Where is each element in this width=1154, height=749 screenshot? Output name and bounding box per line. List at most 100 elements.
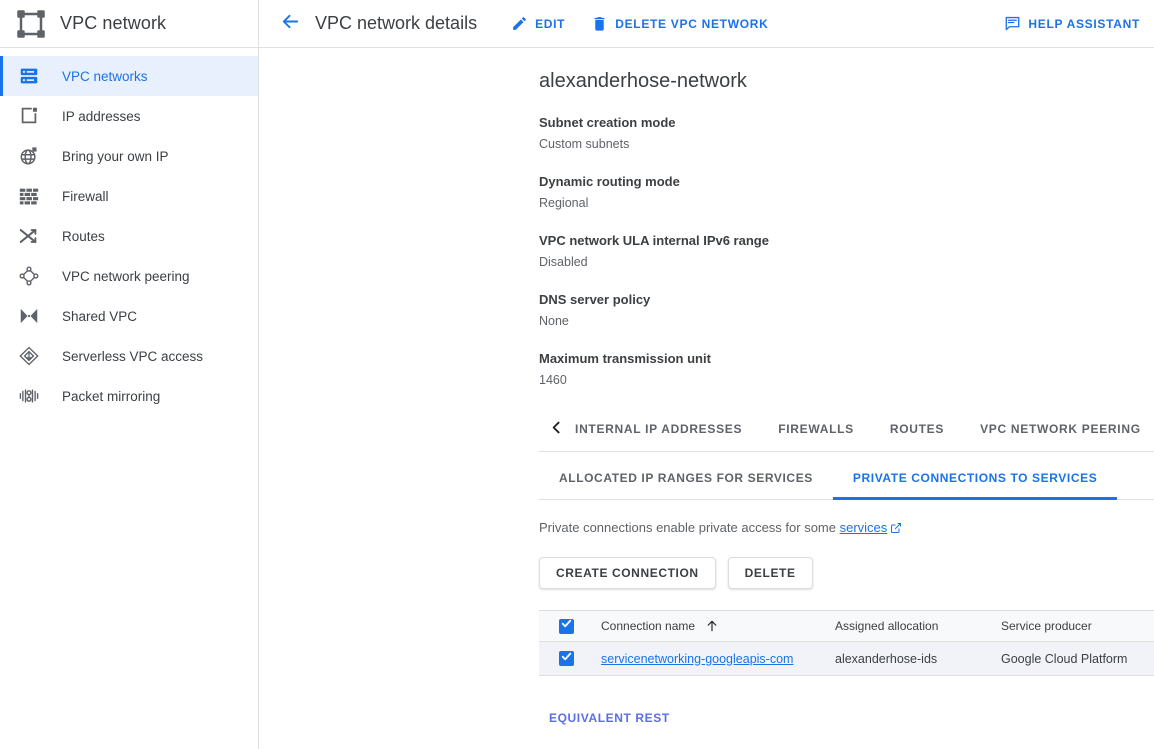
cell-connection-name: servicenetworking-googleapis-com	[601, 652, 835, 666]
sidebar-item-label: Serverless VPC access	[62, 348, 204, 364]
back-button[interactable]	[273, 7, 307, 41]
sidebar-item-vpc-networks[interactable]: VPC networks	[0, 56, 258, 96]
sidebar-item-label: Firewall	[62, 188, 109, 204]
sidebar-item-label: IP addresses	[62, 108, 141, 124]
sidebar-item-label: Shared VPC	[62, 308, 138, 324]
sidebar-nav: VPC networks IP addresses Bring your own…	[0, 48, 258, 416]
globe-icon	[18, 145, 40, 167]
external-link-icon	[890, 522, 902, 537]
tabs-scroller: SUBNETS STATIC INTERNAL IP ADDRESSES FIR…	[561, 408, 1154, 451]
vpc-network-details-page: VPC network VPC networks IP addresses Br…	[0, 0, 1154, 749]
sidebar-item-firewall[interactable]: Firewall	[0, 176, 258, 216]
field-label: Dynamic routing mode	[539, 174, 680, 189]
delete-vpc-network-button[interactable]: DELETE VPC NETWORK	[591, 15, 768, 32]
field-label: DNS server policy	[539, 292, 651, 307]
field-label: Subnet creation mode	[539, 115, 676, 130]
tab-bar: SUBNETS STATIC INTERNAL IP ADDRESSES FIR…	[539, 408, 1154, 452]
edit-label: EDIT	[535, 16, 566, 31]
table-header-row: Connection name Assigned allocation Serv…	[539, 611, 1154, 642]
help-assistant-button[interactable]: HELP ASSISTANT	[1004, 15, 1140, 32]
peering-nodes-icon	[18, 265, 40, 287]
details-field-list: Subnet creation mode Custom subnets Dyna…	[539, 113, 1154, 390]
firewall-brick-icon	[18, 185, 40, 207]
column-header-service-producer[interactable]: Service producer	[1001, 619, 1154, 633]
tabs-scroll-left-button[interactable]	[539, 408, 573, 451]
packet-mirroring-icon	[18, 385, 40, 407]
sidebar-item-ip-addresses[interactable]: IP addresses	[0, 96, 258, 136]
select-all-checkbox[interactable]	[559, 617, 574, 635]
sidebar-item-label: Bring your own IP	[62, 148, 169, 164]
sidebar-item-label: VPC network peering	[62, 268, 190, 284]
sidebar-header: VPC network	[0, 0, 258, 48]
subtab-private-connections-to-services[interactable]: PRIVATE CONNECTIONS TO SERVICES	[832, 456, 1118, 500]
private-connections-table: Connection name Assigned allocation Serv…	[539, 610, 1154, 676]
serverless-access-icon	[18, 345, 40, 367]
field-label: VPC network ULA internal IPv6 range	[539, 233, 769, 248]
tabs-row: SUBNETS STATIC INTERNAL IP ADDRESSES FIR…	[561, 408, 1154, 451]
ip-addresses-icon	[18, 105, 40, 127]
column-header-connection-name[interactable]: Connection name	[601, 619, 835, 633]
sidebar-item-shared-vpc[interactable]: Shared VPC	[0, 296, 258, 336]
delete-label: DELETE VPC NETWORK	[615, 16, 769, 31]
delete-button[interactable]: DELETE	[727, 557, 813, 589]
sidebar-item-label: Packet mirroring	[62, 388, 161, 404]
sub-tab-bar: ALLOCATED IP RANGES FOR SERVICES PRIVATE…	[539, 456, 1154, 500]
tab-routes[interactable]: ROUTES	[872, 408, 962, 451]
field-label: Maximum transmission unit	[539, 351, 711, 366]
services-link[interactable]: services	[840, 520, 888, 535]
column-header-label: Connection name	[601, 619, 696, 633]
sidebar-item-packet-mirroring[interactable]: Packet mirroring	[0, 376, 258, 416]
details-panel: alexanderhose-network Subnet creation mo…	[259, 48, 1154, 727]
hint-text: Private connections enable private acces…	[539, 520, 1154, 537]
field-value: None	[539, 314, 569, 328]
field-value: 1460	[539, 373, 567, 387]
detail-field: Maximum transmission unit 1460	[539, 349, 1154, 390]
tab-static-internal-ip-addresses[interactable]: STATIC INTERNAL IP ADDRESSES	[561, 408, 760, 451]
tab-firewalls[interactable]: FIREWALLS	[760, 408, 872, 451]
network-name: alexanderhose-network	[539, 70, 747, 92]
vpc-networks-icon	[18, 65, 40, 87]
detail-field: Dynamic routing mode Regional	[539, 172, 1154, 213]
table-row[interactable]: servicenetworking-googleapis-com alexand…	[539, 642, 1154, 676]
connection-name-link[interactable]: servicenetworking-googleapis-com	[601, 652, 793, 666]
main-content: VPC network details EDIT DELETE VPC NETW…	[259, 0, 1154, 749]
message-bubble-icon	[1004, 15, 1021, 32]
sidebar-item-vpc-network-peering[interactable]: VPC network peering	[0, 256, 258, 296]
sidebar-item-label: VPC networks	[62, 68, 148, 84]
checkbox-checked-icon	[560, 617, 573, 635]
detail-field: VPC network ULA internal IPv6 range Disa…	[539, 231, 1154, 272]
cell-service-producer: Google Cloud Platform	[1001, 651, 1128, 666]
shared-vpc-bowtie-icon	[18, 305, 40, 327]
sidebar-title: VPC network	[60, 13, 167, 33]
row-checkbox[interactable]	[559, 651, 574, 666]
pencil-icon	[511, 15, 528, 32]
vpc-network-topology-icon	[14, 9, 60, 39]
create-connection-button[interactable]: CREATE CONNECTION	[539, 557, 716, 589]
chevron-left-icon	[548, 419, 565, 441]
checkbox-checked-icon	[560, 650, 573, 668]
routes-shuffle-icon	[18, 225, 40, 247]
row-select-cell	[539, 651, 601, 666]
detail-field: DNS server policy None	[539, 290, 1154, 331]
arrow-left-icon	[279, 10, 302, 38]
cell-assigned-allocation: alexanderhose-ids	[835, 651, 938, 666]
topbar: VPC network details EDIT DELETE VPC NETW…	[259, 0, 1154, 48]
edit-button[interactable]: EDIT	[511, 15, 565, 32]
column-header-assigned-allocation[interactable]: Assigned allocation	[835, 619, 1001, 633]
page-title: VPC network details	[315, 13, 478, 33]
trash-icon	[591, 15, 608, 32]
subtab-allocated-ip-ranges-for-services[interactable]: ALLOCATED IP RANGES FOR SERVICES	[539, 456, 833, 500]
table-action-buttons: CREATE CONNECTION DELETE	[539, 557, 1154, 589]
sidebar-item-routes[interactable]: Routes	[0, 216, 258, 256]
sidebar-item-bring-your-own-ip[interactable]: Bring your own IP	[0, 136, 258, 176]
arrow-up-icon[interactable]	[705, 619, 719, 633]
sidebar-item-serverless-vpc-access[interactable]: Serverless VPC access	[0, 336, 258, 376]
tab-vpc-network-peering[interactable]: VPC NETWORK PEERING	[962, 408, 1154, 451]
sidebar-item-label: Routes	[62, 228, 105, 244]
sidebar: VPC network VPC networks IP addresses Br…	[0, 0, 259, 749]
field-value: Disabled	[539, 255, 588, 269]
equivalent-rest-button[interactable]: EQUIVALENT REST	[549, 711, 670, 725]
help-label: HELP ASSISTANT	[1028, 16, 1140, 31]
field-value: Custom subnets	[539, 137, 630, 151]
field-value: Regional	[539, 196, 589, 210]
